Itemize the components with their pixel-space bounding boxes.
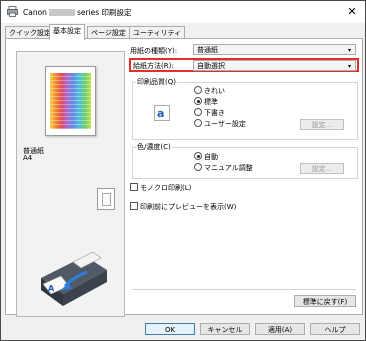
- chevron-down-icon: ▾: [347, 47, 351, 54]
- color-intensity-title: 色/濃度(C): [136, 142, 172, 152]
- quality-radio-high[interactable]: きれい: [194, 86, 225, 96]
- print-quality-title: 印刷品質(Q): [136, 77, 177, 87]
- svg-text:A: A: [48, 284, 55, 293]
- printer-illustration-icon: A: [41, 251, 107, 306]
- tab-main[interactable]: 基本設定: [49, 24, 85, 40]
- color-radio-auto[interactable]: 自動: [194, 152, 218, 162]
- settings-preview: 普通紙 A4 A: [16, 51, 125, 317]
- help-button[interactable]: ヘルプ: [310, 323, 360, 335]
- media-type-value: 普通紙: [197, 46, 218, 54]
- main-panel: 普通紙 A4 A 用紙の種類(Y): 普通紙 ▾ 給紙方法(R): 自動選択 ▾ 印: [5, 38, 363, 317]
- orientation-icon: [97, 188, 115, 210]
- print-settings-window: Canon series 印刷設定 ✕ クイック設定 基本設定 ページ設定 ユーテ…: [0, 0, 366, 341]
- title-bar: Canon series 印刷設定 ✕: [1, 1, 365, 23]
- restore-defaults-button[interactable]: 標準に戻す(F): [294, 295, 356, 307]
- divider: [132, 289, 356, 290]
- media-type-label: 用紙の種類(Y):: [130, 47, 178, 55]
- paper-source-value: 自動選択: [197, 62, 225, 70]
- apply-button[interactable]: 適用(A): [255, 323, 305, 335]
- preview-before-print-checkbox[interactable]: 印刷前にプレビューを表示(W): [130, 202, 236, 212]
- printer-icon: [7, 6, 18, 17]
- quality-radio-custom[interactable]: ユーザー設定: [194, 119, 246, 129]
- color-radio-manual[interactable]: マニュアル調整: [194, 163, 253, 173]
- cancel-button[interactable]: キャンセル: [200, 323, 250, 335]
- paper-source-label: 給紙方法(R):: [133, 62, 174, 70]
- title-suffix: series 印刷設定: [76, 8, 132, 17]
- chevron-down-icon: ▾: [347, 63, 351, 70]
- grayscale-checkbox[interactable]: モノクロ印刷(L): [130, 183, 191, 193]
- color-settings-button[interactable]: 設定...: [300, 163, 344, 174]
- preview-media-size: A4: [23, 154, 33, 162]
- paper-source-select[interactable]: 自動選択 ▾: [193, 60, 356, 71]
- window-title: Canon series 印刷設定: [23, 7, 132, 18]
- redacted-model: [48, 9, 75, 16]
- quality-a-icon: a: [154, 105, 170, 121]
- quality-settings-button[interactable]: 設定...: [300, 119, 344, 130]
- ok-button[interactable]: OK: [145, 323, 195, 335]
- close-button[interactable]: ✕: [339, 1, 365, 23]
- media-type-select[interactable]: 普通紙 ▾: [193, 44, 356, 55]
- quality-radio-standard[interactable]: 標準: [194, 97, 218, 107]
- quality-radio-draft[interactable]: 下書き: [194, 108, 225, 118]
- title-brand: Canon: [23, 8, 47, 17]
- paper-preview: [45, 66, 96, 136]
